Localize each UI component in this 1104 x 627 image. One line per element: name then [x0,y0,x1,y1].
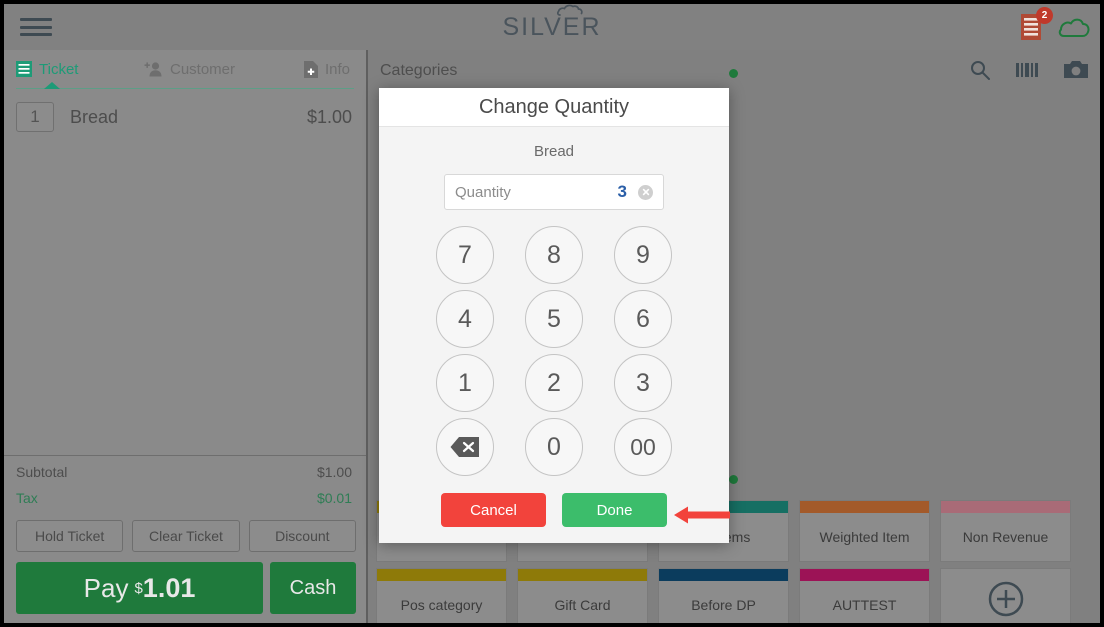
category-tile-pos-category[interactable]: Pos category [376,568,507,623]
tab-customer-label: Customer [170,60,236,78]
app-logo: SILVER [4,4,1100,50]
tile-color-bar [941,501,1070,513]
list-icon [16,61,32,77]
pay-button[interactable]: Pay $ 1.01 [16,562,263,614]
tab-customer[interactable]: Customer [144,61,235,78]
tab-underline [16,88,354,89]
pay-currency: $ [134,579,143,597]
subtotal-value: $1.00 [316,464,352,480]
tax-row: Tax $0.01 [4,490,366,514]
logo-cloud-icon [557,4,584,16]
key-6[interactable]: 6 [614,290,672,348]
discount-button[interactable]: Discount [248,520,356,552]
quantity-input-value: 3 [617,182,627,201]
category-tile-gift-card[interactable]: Gift Card [517,568,648,623]
tile-color-bar [518,569,647,581]
pay-amount: 1.01 [142,572,196,603]
add-person-icon [144,62,162,77]
key-9[interactable]: 9 [614,226,672,284]
clear-circle-icon[interactable] [638,184,653,200]
top-bar: SILVER 2 [4,4,1100,50]
document-add-icon [304,60,318,78]
tab-ticket-label: Ticket [39,60,79,78]
cancel-button[interactable]: Cancel [441,493,546,527]
tab-info-label: Info [325,60,351,78]
numeric-keypad: 7 8 9 4 5 6 1 2 3 0 00 [436,226,672,476]
key-0[interactable]: 0 [525,418,583,476]
tile-color-bar [800,501,929,513]
keypad-row: 1 2 3 [436,354,672,412]
ticket-action-buttons: Hold Ticket Clear Ticket Discount [16,520,356,552]
pay-label: Pay [83,572,129,603]
tile-label: AUTTEST [832,597,897,613]
done-button[interactable]: Done [562,493,667,527]
category-tile-before-dp[interactable]: Before DP [658,568,789,623]
backspace-icon[interactable] [436,418,494,476]
ticket-line-item[interactable]: 1 Bread $1.00 [4,98,366,136]
payment-bar: Pay $ 1.01 Cash [16,562,356,614]
tile-label: Gift Card [554,597,611,613]
key-8[interactable]: 8 [525,226,583,284]
tax-label: Tax [16,490,38,506]
dialog-title: Change Quantity [379,88,729,127]
cash-button[interactable]: Cash [270,562,356,614]
clear-ticket-button[interactable]: Clear Ticket [132,520,240,552]
tab-active-caret [44,82,60,89]
left-arrow-annotation [674,506,730,524]
tab-info[interactable]: Info [304,60,351,78]
subtotal-row: Subtotal $1.00 [4,464,366,488]
dialog-item-name: Bread [533,143,575,160]
key-00[interactable]: 00 [614,418,672,476]
key-3[interactable]: 3 [614,354,672,412]
key-7[interactable]: 7 [436,226,494,284]
category-tile-auttest[interactable]: AUTTEST [799,568,930,623]
key-5[interactable]: 5 [525,290,583,348]
tile-color-bar [377,569,506,581]
receipt-icon[interactable]: 2 [1018,7,1053,42]
tile-color-bar [659,569,788,581]
keypad-row: 7 8 9 [436,226,672,284]
line-item-name: Bread [70,106,119,127]
line-item-qty[interactable]: 1 [16,102,54,132]
tile-label: Pos category [400,597,483,613]
change-quantity-dialog: Change Quantity Bread Quantity 3 7 8 9 4… [379,88,729,543]
key-2[interactable]: 2 [525,354,583,412]
pos-screen: SILVER 2 Ticket Customer Info 1 Bread $1… [4,4,1100,623]
plus-circle-icon [988,581,1023,617]
tile-label: Non Revenue [962,529,1049,545]
keypad-row: 4 5 6 [436,290,672,348]
category-tile-weighted-item[interactable]: Weighted Item [799,500,930,562]
tile-color-bar [800,569,929,581]
line-item-price: $1.00 [306,106,352,127]
quantity-input-placeholder: Quantity [455,183,511,201]
key-4[interactable]: 4 [436,290,494,348]
tile-label: Before DP [691,597,756,613]
category-tile-non-revenue[interactable]: Non Revenue [940,500,1071,562]
tab-ticket[interactable]: Ticket [16,61,78,78]
totals-divider [4,455,366,456]
logo-text: SILVER [502,12,602,41]
keypad-row: 0 00 [436,418,672,476]
quantity-input[interactable]: Quantity 3 [444,174,664,210]
cloud-icon[interactable] [1058,17,1090,43]
subtotal-label: Subtotal [16,464,68,480]
tax-value: $0.01 [316,490,352,506]
add-category-tile[interactable] [940,568,1071,623]
tile-label: Weighted Item [819,529,910,545]
hold-ticket-button[interactable]: Hold Ticket [16,520,124,552]
receipt-badge: 2 [1036,7,1053,24]
ticket-panel: Ticket Customer Info 1 Bread $1.00 Subto… [4,50,368,623]
key-1[interactable]: 1 [436,354,494,412]
